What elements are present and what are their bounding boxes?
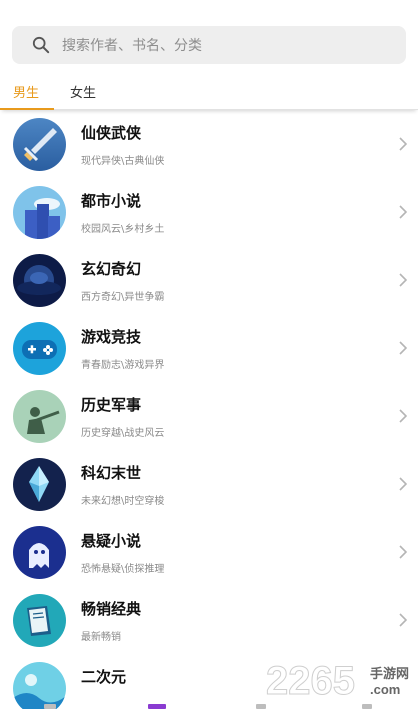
category-row-youxi[interactable]: 游戏竞技 青春励志\游戏异界 bbox=[0, 315, 418, 382]
tab-female[interactable]: 女生 bbox=[70, 82, 96, 101]
category-row-kehuan[interactable]: 科幻末世 未来幻想\时空穿梭 bbox=[0, 451, 418, 518]
search-icon bbox=[32, 36, 50, 54]
chevron-right-icon bbox=[399, 477, 407, 491]
city-icon bbox=[13, 186, 66, 239]
category-title: 都市小说 bbox=[81, 192, 142, 210]
crystal-icon bbox=[13, 458, 66, 511]
category-row-xuanhuan[interactable]: 玄幻奇幻 西方奇幻\异世争霸 bbox=[0, 247, 418, 314]
gamepad-icon bbox=[13, 322, 66, 375]
category-subtitle: 最新畅销 bbox=[81, 632, 121, 643]
category-row-xianxia[interactable]: 仙侠武侠 现代异侠\古典仙侠 bbox=[0, 111, 418, 178]
category-subtitle: 现代异侠\古典仙侠 bbox=[81, 156, 165, 167]
category-row-changxiao[interactable]: 畅销经典 最新畅销 bbox=[0, 587, 418, 654]
category-row-dushi[interactable]: 都市小说 校园风云\乡村乡土 bbox=[0, 179, 418, 246]
tab-active-indicator bbox=[0, 108, 54, 110]
search-placeholder: 搜索作者、书名、分类 bbox=[62, 38, 202, 54]
chevron-right-icon bbox=[399, 613, 407, 627]
search-bar[interactable]: 搜索作者、书名、分类 bbox=[12, 26, 406, 64]
category-subtitle: 西方奇幻\异世争霸 bbox=[81, 292, 165, 303]
svg-text:2265: 2265 bbox=[266, 659, 355, 702]
category-title: 玄幻奇幻 bbox=[81, 260, 142, 278]
category-title: 科幻末世 bbox=[81, 464, 142, 482]
svg-text:手游网: 手游网 bbox=[370, 666, 409, 682]
nav-home-icon[interactable] bbox=[44, 704, 56, 709]
category-title: 仙侠武侠 bbox=[81, 124, 142, 142]
svg-text:.com: .com bbox=[370, 682, 400, 697]
nav-category-icon[interactable] bbox=[148, 704, 166, 709]
ghost-icon bbox=[13, 526, 66, 579]
category-subtitle: 恐怖悬疑\侦探推理 bbox=[81, 564, 165, 575]
category-subtitle: 校园风云\乡村乡土 bbox=[81, 224, 165, 235]
watermark-logo: 2265 手游网 .com bbox=[266, 656, 416, 704]
bottom-nav-bar bbox=[0, 702, 418, 709]
chevron-right-icon bbox=[399, 137, 407, 151]
sword-icon bbox=[13, 118, 66, 171]
category-subtitle: 历史穿越\战史风云 bbox=[81, 428, 165, 439]
category-row-lishi[interactable]: 历史军事 历史穿越\战史风云 bbox=[0, 383, 418, 450]
soldier-icon bbox=[13, 390, 66, 443]
category-row-xuanyi[interactable]: 悬疑小说 恐怖悬疑\侦探推理 bbox=[0, 519, 418, 586]
chevron-right-icon bbox=[399, 545, 407, 559]
category-title: 历史军事 bbox=[81, 396, 142, 414]
nav-shelf-icon[interactable] bbox=[256, 704, 266, 709]
category-title: 二次元 bbox=[81, 668, 127, 686]
planet-icon bbox=[13, 254, 66, 307]
chevron-right-icon bbox=[399, 341, 407, 355]
category-subtitle: 未来幻想\时空穿梭 bbox=[81, 496, 165, 507]
category-title: 悬疑小说 bbox=[81, 532, 142, 550]
chevron-right-icon bbox=[399, 273, 407, 287]
gender-tabs: 男生 女生 bbox=[0, 70, 418, 110]
chevron-right-icon bbox=[399, 409, 407, 423]
category-title: 畅销经典 bbox=[81, 600, 142, 618]
nav-profile-icon[interactable] bbox=[362, 704, 372, 709]
book-icon bbox=[13, 594, 66, 647]
tab-male[interactable]: 男生 bbox=[13, 82, 39, 101]
category-title: 游戏竞技 bbox=[81, 328, 142, 346]
chevron-right-icon bbox=[399, 205, 407, 219]
category-subtitle: 青春励志\游戏异界 bbox=[81, 360, 165, 371]
